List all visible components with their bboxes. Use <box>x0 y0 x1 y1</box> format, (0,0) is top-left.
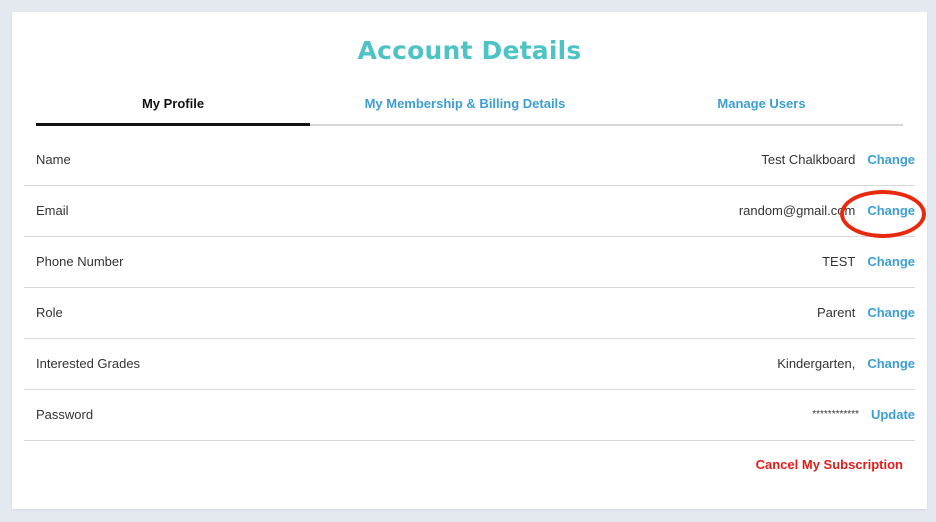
profile-row-grades: Interested Grades Kindergarten, Change <box>24 339 915 390</box>
profile-row-password: Password ************ Update <box>24 390 915 441</box>
change-name-link[interactable]: Change <box>867 135 915 185</box>
phone-label: Phone Number <box>36 254 124 269</box>
change-role-link[interactable]: Change <box>867 288 915 338</box>
grades-label: Interested Grades <box>36 356 141 371</box>
cancel-subscription-link[interactable]: Cancel My Subscription <box>756 457 903 472</box>
change-grades-link[interactable]: Change <box>867 339 915 389</box>
email-label: Email <box>36 203 69 218</box>
role-label: Role <box>36 305 63 320</box>
profile-row-role: Role Parent Change <box>24 288 915 339</box>
phone-value: TEST <box>822 254 856 269</box>
change-email-link[interactable]: Change <box>867 186 915 236</box>
profile-row-name: Name Test Chalkboard Change <box>24 135 915 186</box>
profile-row-phone: Phone Number TEST Change <box>24 237 915 288</box>
tab-membership-billing[interactable]: My Membership & Billing Details <box>310 92 620 124</box>
change-phone-link[interactable]: Change <box>867 237 915 287</box>
profile-details-list: Name Test Chalkboard Change Email random@… <box>24 135 915 441</box>
email-value: random@gmail.com <box>738 203 856 218</box>
tab-my-profile[interactable]: My Profile <box>36 92 310 126</box>
role-value: Parent <box>817 305 856 320</box>
profile-row-email: Email random@gmail.com Change <box>24 186 915 237</box>
tab-manage-users[interactable]: Manage Users <box>620 92 903 124</box>
name-value: Test Chalkboard <box>761 152 856 167</box>
grades-value: Kindergarten, <box>777 356 856 371</box>
page-title: Account Details <box>357 36 582 65</box>
password-label: Password <box>36 407 94 422</box>
account-tabs: My Profile My Membership & Billing Detai… <box>36 92 903 126</box>
update-password-link[interactable]: Update <box>871 390 915 440</box>
name-label: Name <box>36 152 71 167</box>
account-details-card: Account Details My Profile My Membership… <box>12 12 927 509</box>
password-value: ************ <box>812 409 859 420</box>
